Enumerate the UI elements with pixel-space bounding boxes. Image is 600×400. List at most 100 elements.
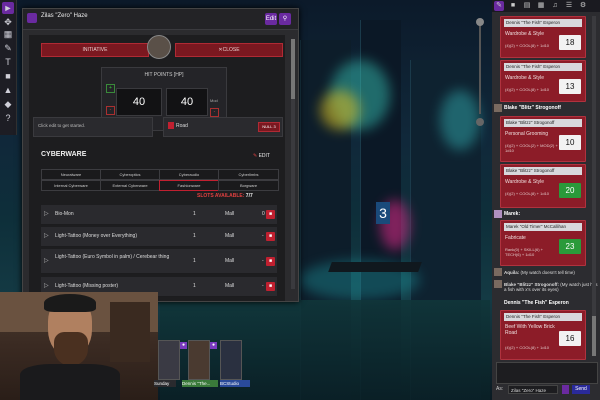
player-name: Dennis "The... [182, 380, 218, 387]
speaking-as-label: As: [496, 386, 504, 392]
tab-borgware[interactable]: Borgware [218, 180, 279, 191]
tab-internal-cyberware[interactable]: Internal Cyberware [41, 180, 101, 191]
cyberware-title: CYBERWARE [41, 151, 87, 158]
dice-icon[interactable] [562, 385, 569, 394]
scrollbar-thumb[interactable] [291, 39, 295, 99]
collections-tab-icon[interactable]: ☰ [564, 1, 574, 11]
art-tab-icon[interactable]: ■ [508, 1, 518, 11]
zoom-handle[interactable] [476, 18, 484, 26]
item-qty: 1 [193, 258, 196, 264]
fog-tool-icon[interactable]: ■ [2, 70, 14, 82]
hp-mod-minus-icon[interactable]: - [210, 108, 219, 117]
roll-formula: (4)(2) + COOL(8) + 1d10 [505, 345, 550, 350]
initiative-button[interactable]: INITIATIVE [41, 43, 149, 57]
send-button[interactable]: Send [572, 385, 590, 394]
select-tool-icon[interactable]: ► [2, 2, 14, 14]
expand-icon[interactable]: ▷ [44, 257, 49, 265]
chat-scrollbar[interactable] [592, 16, 596, 356]
help-icon[interactable]: ? [2, 112, 14, 124]
measure-tool-icon[interactable]: ▲ [2, 84, 14, 96]
item-name: Bio-Mon [55, 211, 74, 217]
hp-max-field[interactable]: 40 [166, 88, 208, 116]
cyberware-row[interactable]: ▷ Bio-Mon 1 Mall 0 ■ [41, 205, 277, 225]
tab-neuralware[interactable]: Neuralware [41, 169, 101, 180]
player-name: BCStudio [220, 380, 250, 387]
player-avatar[interactable] [220, 340, 242, 380]
item-name: Road [176, 123, 188, 129]
edit-icon: ✎ [253, 153, 258, 159]
close-button[interactable]: ✕CLOSE [175, 43, 283, 57]
roll-formula: (4)(2) + COOL(8) + 1d10 [505, 191, 550, 196]
item-badge[interactable]: NULL 3 [258, 122, 280, 132]
chat-speaker: Aquila: [504, 270, 520, 275]
layer-icon[interactable]: ▦ [2, 28, 14, 40]
notes-panel[interactable]: Click edit to get started. [33, 117, 153, 137]
roll-result[interactable]: 10 [559, 135, 581, 150]
text-tool-icon[interactable]: T [2, 56, 14, 68]
chat-speaker: Dennis "The Fish" Esperon [504, 300, 569, 306]
roll-card: Dennis "The Fish" Esperon Wardrobe & Sty… [500, 60, 586, 102]
sheet-content: INITIATIVE ✕CLOSE HIT POINTS [HP] + - 40… [29, 35, 285, 301]
chat-input[interactable] [496, 362, 598, 384]
chat-tab-icon[interactable]: ✎ [494, 1, 504, 11]
scrollbar-thumb[interactable] [592, 316, 596, 356]
hp-decrease-icon[interactable]: - [106, 106, 115, 115]
tool-bar: ► ✥ ▦ ✎ T ■ ▲ ◆ ? [0, 0, 17, 135]
send-to-chat-icon[interactable]: ■ [266, 257, 275, 266]
roll-card-header: Blake "Blitzz" Strogonoff [504, 167, 582, 175]
roll-label: Beef With Yellow Brick Road [505, 324, 555, 336]
zoom-reset-icon[interactable] [476, 118, 484, 126]
player-badge-icon: ● [180, 342, 187, 349]
cyberware-row[interactable]: ▷ Light-Tattoo (Euro Symbol in palm) / C… [41, 249, 277, 274]
character-sheet-window: Zilas "Zero" Haze Edit ⚲ INITIATIVE ✕CLO… [22, 8, 299, 302]
roll-result[interactable]: 23 [559, 239, 581, 254]
cyberware-edit-button[interactable]: ✎ EDIT [253, 153, 270, 159]
item-qty: 1 [193, 211, 196, 217]
roll-card-header: Dennis "The Fish" Esperon [504, 63, 582, 71]
roll-result[interactable]: 18 [559, 35, 581, 50]
item-chat-icon[interactable] [168, 122, 174, 129]
avatar [494, 268, 502, 276]
item-type: Mall [225, 233, 235, 239]
roll-formula: (4)(2) + COOL(2) + MOD(2) + 1d10 [505, 143, 558, 153]
hp-increase-icon[interactable]: + [106, 84, 115, 93]
tab-external-cyberware[interactable]: External Cyberware [100, 180, 160, 191]
popout-icon[interactable]: ⚲ [279, 13, 291, 25]
speaking-as-select[interactable]: Zilas "Zero" Haze [508, 385, 558, 394]
send-to-chat-icon[interactable]: ■ [266, 232, 275, 241]
player-avatar[interactable] [158, 340, 180, 380]
jukebox-tab-icon[interactable]: ♫ [550, 1, 560, 11]
roll-result[interactable]: 13 [559, 79, 581, 94]
chat-log: Dennis "The Fish" Esperon Wardrobe & Sty… [492, 12, 600, 400]
roll-label: Fabricate [505, 235, 526, 241]
pan-tool-icon[interactable]: ✥ [2, 16, 14, 28]
dice-tool-icon[interactable]: ◆ [2, 98, 14, 110]
settings-gear-icon[interactable]: ⚙ [578, 1, 588, 11]
tab-cyberoptics[interactable]: Cyberoptics [100, 169, 160, 180]
hp-current-field[interactable]: 40 [116, 88, 162, 116]
player-avatar[interactable] [188, 340, 210, 380]
roll-card: Blake "Blitzz" Strogonoff Wardrobe & Sty… [500, 164, 586, 208]
zoom-control[interactable] [476, 18, 484, 128]
roll-label: Wardrobe & Style [505, 75, 544, 81]
cyberware-row[interactable]: ▷ Light-Tattoo (Money over Everything) 1… [41, 227, 277, 247]
sheet-titlebar[interactable]: Zilas "Zero" Haze Edit ⚲ [23, 9, 298, 30]
expand-icon[interactable]: ▷ [44, 205, 49, 224]
tab-cyberlimbs[interactable]: Cyberlimbs [218, 169, 279, 180]
roll-result[interactable]: 16 [559, 331, 581, 346]
journal-tab-icon[interactable]: ▤ [522, 1, 532, 11]
send-to-chat-icon[interactable]: ■ [266, 282, 275, 291]
roll-result[interactable]: 20 [559, 183, 581, 198]
send-to-chat-icon[interactable]: ■ [266, 210, 275, 219]
compendium-tab-icon[interactable]: ▦ [536, 1, 546, 11]
item-name: Light-Tattoo (Euro Symbol in palm) / Cer… [55, 254, 170, 260]
sheet-scrollbar[interactable] [291, 39, 295, 289]
edit-sheet-button[interactable]: Edit [265, 13, 277, 25]
sheet-icon [27, 13, 37, 23]
streamer-beard [54, 332, 88, 366]
draw-tool-icon[interactable]: ✎ [2, 42, 14, 54]
character-portrait[interactable] [147, 35, 171, 59]
tab-cyberaudio[interactable]: Cyberaudio [159, 169, 219, 180]
tab-fashionware[interactable]: Fashionware [159, 180, 219, 191]
expand-icon[interactable]: ▷ [44, 227, 49, 246]
